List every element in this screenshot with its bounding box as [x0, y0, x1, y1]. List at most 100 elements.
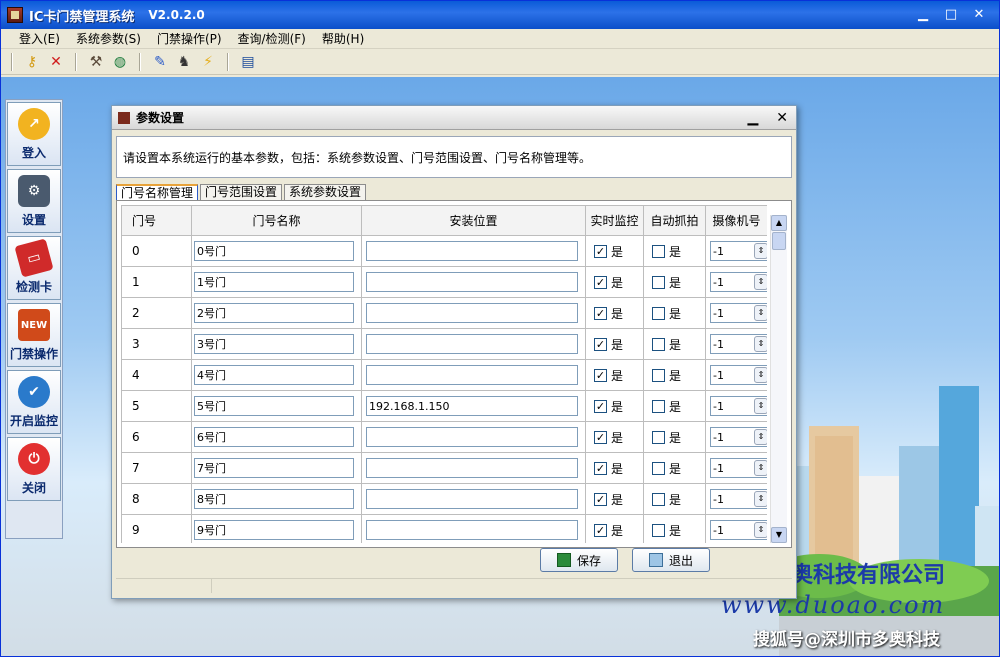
lightning-icon[interactable]: ⚡ — [199, 53, 217, 71]
door-name-input[interactable] — [194, 520, 354, 540]
spinner-arrows-icon[interactable]: ⇕ — [754, 305, 767, 321]
tab-system-parameters[interactable]: 系统参数设置 — [284, 184, 367, 200]
location-input[interactable] — [366, 520, 578, 540]
capture-checkbox[interactable] — [652, 275, 665, 289]
chess-icon[interactable]: ♞ — [175, 53, 193, 71]
monitor-checkbox[interactable]: ✓ — [594, 337, 607, 351]
door-name-input[interactable] — [194, 241, 354, 261]
spinner-arrows-icon[interactable]: ⇕ — [754, 336, 767, 352]
capture-checkbox[interactable] — [652, 337, 665, 351]
delete-icon[interactable]: ✕ — [47, 53, 65, 71]
camera-spinner[interactable]: -1 ⇕ — [710, 303, 767, 323]
capture-checkbox[interactable] — [652, 492, 665, 506]
capture-checkbox[interactable] — [652, 523, 665, 537]
location-input[interactable] — [366, 427, 578, 447]
spinner-arrows-icon[interactable]: ⇕ — [754, 491, 767, 507]
save-button[interactable]: 保存 — [540, 548, 618, 572]
location-input[interactable] — [366, 489, 578, 509]
monitor-checkbox[interactable]: ✓ — [594, 430, 607, 444]
column-header-realtime-monitor[interactable]: 实时监控 — [585, 205, 644, 236]
sidebar-login-button[interactable]: ↗ 登入 — [7, 102, 61, 166]
pin-icon[interactable]: ✎ — [151, 53, 169, 71]
menu-door-operations[interactable]: 门禁操作(P) — [149, 30, 230, 47]
column-header-door-name[interactable]: 门号名称 — [191, 205, 362, 236]
column-header-location[interactable]: 安装位置 — [361, 205, 586, 236]
sidebar-settings-button[interactable]: ⚙ 设置 — [7, 169, 61, 233]
key-icon[interactable]: ⚷ — [23, 53, 41, 71]
close-button[interactable]: ✕ — [969, 6, 989, 24]
menu-query-detect[interactable]: 查询/检测(F) — [230, 30, 314, 47]
tab-door-name-management[interactable]: 门号名称管理 — [116, 184, 199, 200]
camera-spinner[interactable]: -1 ⇕ — [710, 365, 767, 385]
capture-checkbox[interactable] — [652, 306, 665, 320]
menu-system-params[interactable]: 系统参数(S) — [68, 30, 149, 47]
spinner-arrows-icon[interactable]: ⇕ — [754, 243, 767, 259]
camera-spinner[interactable]: -1 ⇕ — [710, 334, 767, 354]
camera-spinner[interactable]: -1 ⇕ — [710, 272, 767, 292]
monitor-checkbox[interactable]: ✓ — [594, 275, 607, 289]
capture-checkbox[interactable] — [652, 244, 665, 258]
monitor-checkbox[interactable]: ✓ — [594, 368, 607, 382]
column-header-auto-capture[interactable]: 自动抓拍 — [643, 205, 706, 236]
spinner-arrows-icon[interactable]: ⇕ — [754, 274, 767, 290]
monitor-checkbox[interactable]: ✓ — [594, 492, 607, 506]
location-input[interactable] — [366, 334, 578, 354]
door-name-input[interactable] — [194, 489, 354, 509]
book-icon[interactable]: ▤ — [239, 53, 257, 71]
spinner-arrows-icon[interactable]: ⇕ — [754, 460, 767, 476]
sidebar-card-check-button[interactable]: ▭ 检测卡 — [7, 236, 61, 300]
door-name-input[interactable] — [194, 303, 354, 323]
maximize-button[interactable]: □ — [941, 6, 961, 24]
tab-door-range-settings[interactable]: 门号范围设置 — [200, 184, 283, 200]
location-input[interactable] — [366, 303, 578, 323]
location-input[interactable] — [366, 458, 578, 478]
door-name-input[interactable] — [194, 458, 354, 478]
monitor-checkbox[interactable]: ✓ — [594, 244, 607, 258]
location-input[interactable] — [366, 272, 578, 292]
monitor-checkbox[interactable]: ✓ — [594, 461, 607, 475]
door-name-input[interactable] — [194, 334, 354, 354]
spinner-arrows-icon[interactable]: ⇕ — [754, 429, 767, 445]
camera-spinner[interactable]: -1 ⇕ — [710, 458, 767, 478]
dialog-close-button[interactable]: ✕ — [776, 110, 788, 126]
location-input[interactable] — [366, 241, 578, 261]
camera-spinner[interactable]: -1 ⇕ — [710, 489, 767, 509]
tool-icon[interactable]: ⚒ — [87, 53, 105, 71]
column-header-camera-no[interactable]: 摄像机号 — [705, 205, 767, 236]
door-name-input[interactable] — [194, 427, 354, 447]
door-name-input[interactable] — [194, 365, 354, 385]
capture-checkbox[interactable] — [652, 399, 665, 413]
monitor-checkbox[interactable]: ✓ — [594, 523, 607, 537]
capture-checkbox[interactable] — [652, 430, 665, 444]
column-header-door-no[interactable]: 门号 — [121, 205, 192, 236]
scroll-down-button[interactable]: ▼ — [771, 527, 787, 543]
camera-spinner[interactable]: -1 ⇕ — [710, 241, 767, 261]
scroll-up-button[interactable]: ▲ — [771, 215, 787, 231]
globe-icon[interactable]: ◍ — [111, 53, 129, 71]
monitor-checkbox[interactable]: ✓ — [594, 399, 607, 413]
sidebar-door-control-button[interactable]: NEW 门禁操作 — [7, 303, 61, 367]
menu-help[interactable]: 帮助(H) — [314, 30, 372, 47]
vertical-scrollbar[interactable]: ▲ ▼ — [770, 215, 787, 543]
scroll-thumb[interactable] — [772, 232, 786, 250]
location-input[interactable] — [366, 396, 578, 416]
dialog-title-bar[interactable]: 参数设置 ▁ ✕ — [112, 106, 796, 130]
spinner-arrows-icon[interactable]: ⇕ — [754, 367, 767, 383]
spinner-arrows-icon[interactable]: ⇕ — [754, 398, 767, 414]
location-input[interactable] — [366, 365, 578, 385]
capture-checkbox[interactable] — [652, 461, 665, 475]
capture-checkbox[interactable] — [652, 368, 665, 382]
menu-login[interactable]: 登入(E) — [11, 30, 68, 47]
dialog-minimize-button[interactable]: ▁ — [747, 110, 758, 126]
door-name-input[interactable] — [194, 396, 354, 416]
exit-button[interactable]: 退出 — [632, 548, 710, 572]
camera-spinner[interactable]: -1 ⇕ — [710, 520, 767, 540]
sidebar-monitor-button[interactable]: ✔ 开启监控 — [7, 370, 61, 434]
monitor-checkbox[interactable]: ✓ — [594, 306, 607, 320]
title-bar[interactable]: IC卡门禁管理系统 V2.0.2.0 ▁ □ ✕ — [1, 1, 999, 29]
spinner-arrows-icon[interactable]: ⇕ — [754, 522, 767, 538]
camera-spinner[interactable]: -1 ⇕ — [710, 427, 767, 447]
camera-spinner[interactable]: -1 ⇕ — [710, 396, 767, 416]
door-name-input[interactable] — [194, 272, 354, 292]
minimize-button[interactable]: ▁ — [913, 6, 933, 24]
